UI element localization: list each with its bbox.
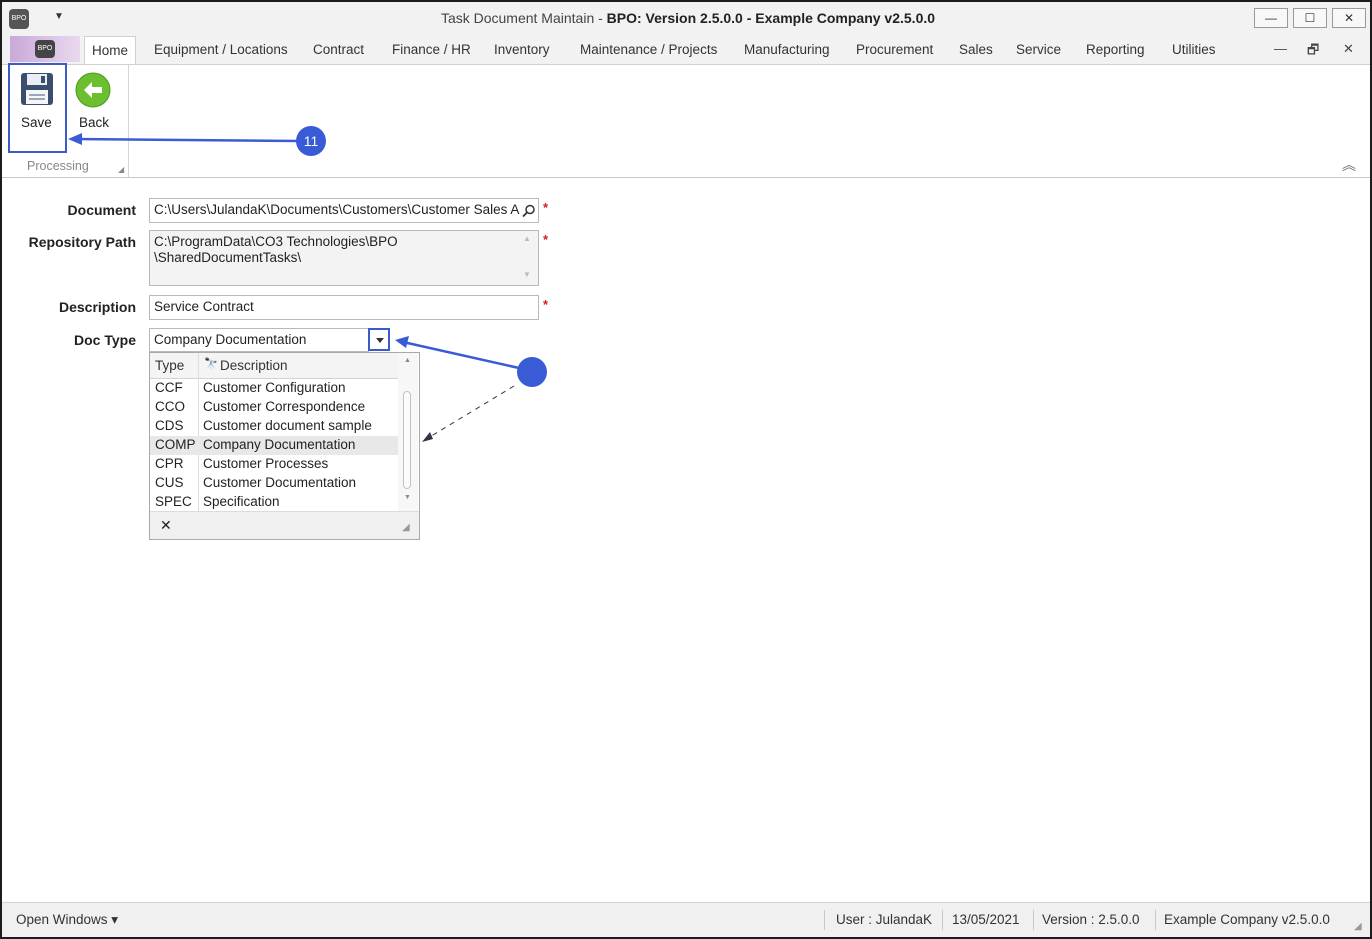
tab-service[interactable]: Service (1016, 42, 1061, 57)
row-description: Specification (203, 494, 280, 509)
row-type: CPR (155, 456, 184, 471)
tab-manufacturing[interactable]: Manufacturing (744, 42, 830, 57)
group-options-icon[interactable]: ◢ (118, 165, 124, 174)
grid-row[interactable]: SPEC Specification (150, 493, 398, 512)
tab-utilities[interactable]: Utilities (1172, 42, 1216, 57)
tab-procurement[interactable]: Procurement (856, 42, 933, 57)
mdi-close-button[interactable]: ✕ (1343, 41, 1354, 57)
resize-grip-icon[interactable]: ◢ (1354, 921, 1362, 932)
application-window: BPO ▼ Task Document Maintain - BPO: Vers… (0, 0, 1372, 939)
row-type: CUS (155, 475, 184, 490)
row-description: Customer Processes (203, 456, 329, 471)
application-menu-button[interactable]: BPO (10, 36, 80, 62)
column-header-description[interactable]: Description (220, 358, 288, 373)
tab-contract[interactable]: Contract (313, 42, 364, 57)
description-field[interactable]: Service Contract (149, 295, 539, 320)
row-description: Customer Configuration (203, 380, 346, 395)
app-menu-logo-icon: BPO (35, 40, 55, 58)
scroll-down-icon[interactable]: ▼ (404, 494, 411, 501)
save-label: Save (21, 115, 52, 130)
tab-equipment-locations[interactable]: Equipment / Locations (154, 42, 288, 57)
tab-inventory[interactable]: Inventory (494, 42, 550, 57)
mdi-restore-button[interactable]: 🗗 (1307, 41, 1319, 63)
grid-row[interactable]: CCO Customer Correspondence (150, 398, 398, 417)
step-badge: 11 (296, 126, 326, 156)
grid-row[interactable]: CCF Customer Configuration (150, 379, 398, 398)
popup-scrollbar[interactable]: ▲ ▼ (398, 353, 418, 511)
ribbon-group-label: Processing (27, 159, 89, 173)
row-type: CDS (155, 418, 184, 433)
doc-type-label: Doc Type (74, 332, 136, 348)
grid-row[interactable]: CDS Customer document sample (150, 417, 398, 436)
status-bar: Open Windows ▾ User : JulandaK 13/05/202… (2, 902, 1370, 937)
grid-row-selected[interactable]: COMP Company Documentation (150, 436, 398, 455)
search-icon[interactable] (522, 204, 536, 218)
grid-header: Type 🔭 Description (150, 353, 398, 379)
tab-maintenance-projects[interactable]: Maintenance / Projects (580, 42, 717, 57)
grid-row[interactable]: CUS Customer Documentation (150, 474, 398, 493)
doc-type-dropdown-button[interactable] (368, 328, 390, 351)
status-version: Version : 2.5.0.0 (1042, 912, 1140, 927)
status-date: 13/05/2021 (952, 912, 1020, 927)
row-type: SPEC (155, 494, 192, 509)
status-separator (824, 910, 825, 930)
document-value: C:\Users\JulandaK\Documents\Customers\Cu… (154, 202, 520, 217)
status-company: Example Company v2.5.0.0 (1164, 912, 1330, 927)
repository-path-field[interactable]: C:\ProgramData\CO3 Technologies\BPO \Sha… (149, 230, 539, 286)
maximize-button[interactable]: ☐ (1293, 8, 1327, 28)
document-field[interactable]: C:\Users\JulandaK\Documents\Customers\Cu… (149, 198, 539, 223)
status-separator (1033, 910, 1034, 930)
grid-row[interactable]: CPR Customer Processes (150, 455, 398, 474)
title-bar: BPO ▼ Task Document Maintain - BPO: Vers… (2, 2, 1370, 36)
row-description: Customer Documentation (203, 475, 357, 490)
column-header-type[interactable]: Type (155, 358, 184, 373)
back-button[interactable]: Back (70, 71, 118, 135)
scroll-up-icon[interactable]: ▲ (404, 357, 411, 364)
minimize-button[interactable]: — (1254, 8, 1288, 28)
binoculars-icon: 🔭 (204, 358, 218, 370)
scroll-down-icon[interactable]: ▼ (523, 270, 531, 279)
tab-finance-hr[interactable]: Finance / HR (392, 42, 471, 57)
tab-reporting[interactable]: Reporting (1086, 42, 1145, 57)
status-separator (1155, 910, 1156, 930)
mdi-minimize-button[interactable]: — (1274, 41, 1287, 56)
row-type: CCF (155, 380, 183, 395)
open-windows-menu[interactable]: Open Windows ▾ (16, 912, 118, 928)
resize-grip-icon[interactable]: ◢ (402, 522, 410, 533)
scroll-up-icon[interactable]: ▲ (523, 234, 531, 243)
row-description: Customer Correspondence (203, 399, 366, 414)
repository-path-label: Repository Path (28, 234, 136, 250)
ribbon-group-separator (128, 65, 129, 177)
window-title: Task Document Maintain - BPO: Version 2.… (440, 10, 936, 26)
ribbon-tab-bar: BPO Home Equipment / Locations Contract … (2, 36, 1370, 64)
tab-sales[interactable]: Sales (959, 42, 993, 57)
step-badge-blank (517, 357, 547, 387)
row-description: Company Documentation (203, 437, 356, 452)
row-description: Customer document sample (203, 418, 372, 433)
document-label: Document (67, 202, 136, 218)
form-area: Document C:\Users\JulandaK\Documents\Cus… (8, 178, 1370, 902)
ribbon-panel: Save Back Processing ◢ ︽ (2, 63, 1370, 178)
close-button[interactable]: ✕ (1332, 8, 1366, 28)
doc-type-field[interactable]: Company Documentation (149, 328, 369, 352)
required-marker: * (543, 232, 549, 247)
popup-footer: ✕ ◢ (150, 511, 419, 539)
save-button[interactable]: Save (8, 63, 67, 153)
description-label: Description (58, 299, 136, 315)
doc-type-lookup-popup: Type 🔭 Description CCF Customer Configura… (149, 352, 420, 540)
clear-icon[interactable]: ✕ (160, 517, 172, 534)
back-label: Back (79, 115, 110, 130)
row-type: CCO (155, 399, 185, 414)
required-marker: * (543, 297, 549, 312)
collapse-ribbon-icon[interactable]: ︽ (1342, 155, 1356, 175)
scrollbar-thumb[interactable] (403, 391, 411, 489)
status-separator (942, 910, 943, 930)
back-arrow-icon (75, 72, 111, 108)
status-user: User : JulandaK (836, 912, 933, 927)
row-type: COMP (155, 437, 196, 452)
floppy-disk-icon (21, 73, 53, 105)
required-marker: * (543, 200, 549, 215)
tab-home[interactable]: Home (84, 36, 137, 64)
